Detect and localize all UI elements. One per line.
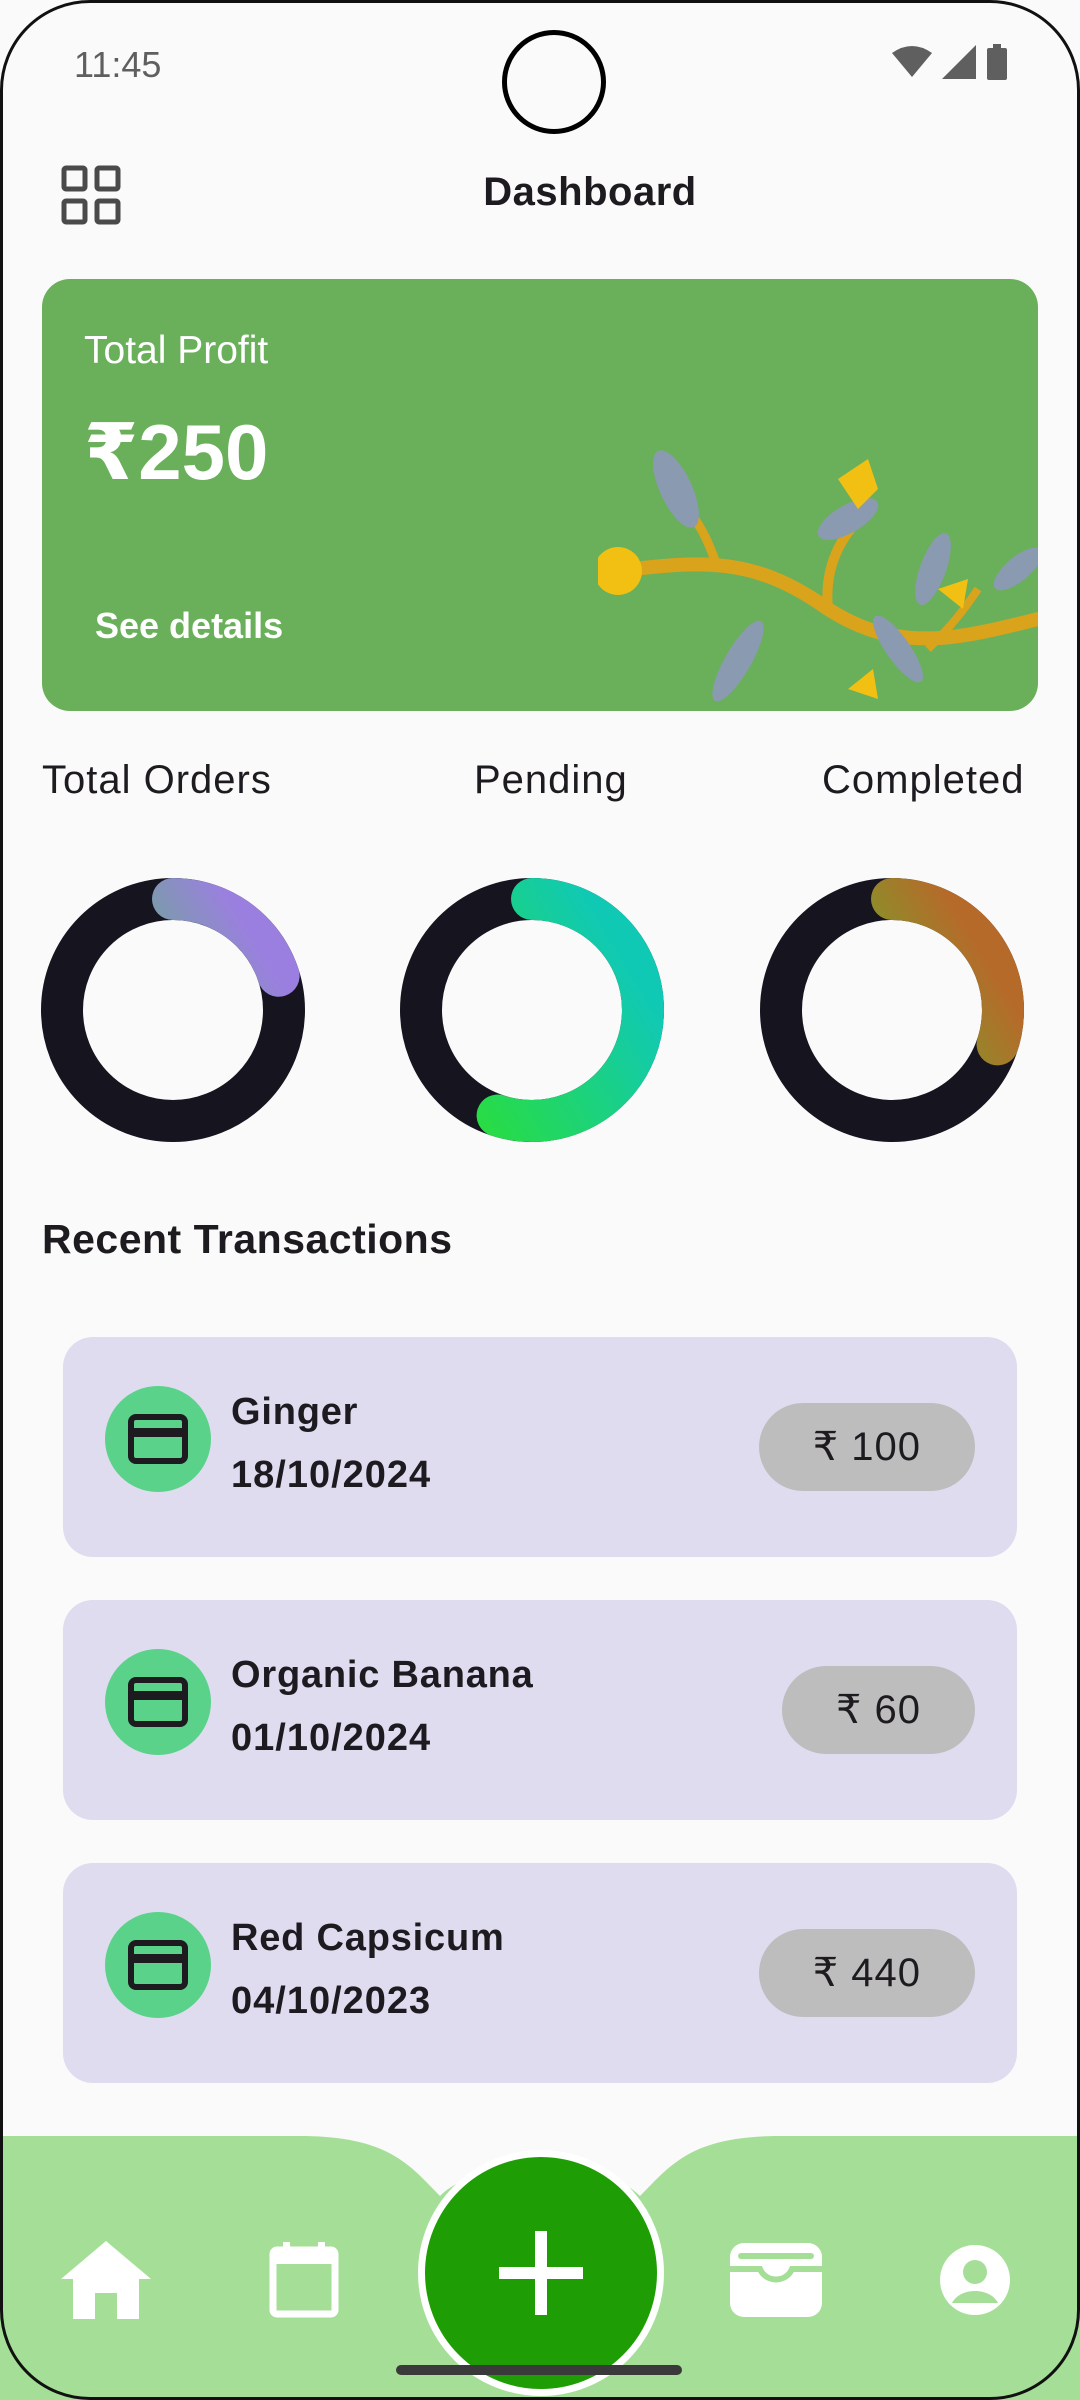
top-app-bar: Dashboard [0, 150, 1080, 240]
camera-cutout [502, 30, 606, 134]
total-profit-card: Total Profit ₹250 See details [42, 279, 1038, 711]
see-details-link[interactable]: See details [95, 605, 283, 647]
credit-card-icon [105, 1386, 211, 1492]
bottom-navigation [0, 2136, 1080, 2400]
transaction-card[interactable]: Red Capsicum 04/10/2023 ₹ 440 [63, 1863, 1017, 2083]
pending-ring [400, 878, 664, 1142]
wallet-icon [730, 2243, 822, 2317]
credit-card-icon [105, 1912, 211, 2018]
status-time: 11:45 [74, 44, 162, 85]
stats-rings [0, 870, 1080, 1150]
plant-illustration [598, 450, 1038, 702]
nav-account[interactable] [925, 2230, 1025, 2330]
transaction-amount: ₹ 440 [758, 1929, 975, 2017]
total-orders-ring [41, 878, 305, 1142]
transaction-card[interactable]: Ginger 18/10/2024 ₹ 100 [63, 1337, 1017, 1557]
status-icons [892, 44, 1008, 80]
profit-label: Total Profit [84, 329, 269, 372]
stat-label-pending: Pending [474, 758, 628, 802]
signal-icon [942, 45, 976, 79]
transaction-list: Ginger 18/10/2024 ₹ 100 Organic Banana 0… [63, 1337, 1017, 2126]
transaction-card[interactable]: Organic Banana 01/10/2024 ₹ 60 [63, 1600, 1017, 1820]
calendar-icon [269, 2242, 339, 2318]
account-icon [940, 2245, 1010, 2315]
transaction-name: Organic Banana [231, 1654, 534, 1696]
transaction-amount: ₹ 60 [781, 1666, 975, 1754]
wifi-icon [892, 46, 932, 77]
recent-transactions-title: Recent Transactions [42, 1216, 453, 1262]
add-icon [499, 2231, 583, 2315]
nav-home[interactable] [56, 2230, 156, 2330]
home-icon [61, 2241, 151, 2319]
stat-label-completed: Completed [822, 758, 1025, 802]
status-bar: 11:45 [0, 0, 1080, 134]
stat-label-total-orders: Total Orders [42, 758, 272, 802]
stats-labels: Total Orders Pending Completed [0, 758, 1080, 818]
add-button[interactable] [418, 2150, 664, 2396]
transaction-name: Red Capsicum [231, 1917, 505, 1959]
transaction-amount: ₹ 100 [758, 1403, 975, 1491]
nav-wallet[interactable] [726, 2230, 826, 2330]
transaction-name: Ginger [231, 1391, 359, 1433]
battery-icon [987, 44, 1007, 80]
transaction-date: 18/10/2024 [231, 1454, 432, 1496]
nav-calendar[interactable] [254, 2230, 354, 2330]
transaction-date: 01/10/2024 [231, 1717, 432, 1759]
page-title: Dashboard [483, 170, 697, 214]
transaction-date: 04/10/2023 [231, 1980, 432, 2022]
credit-card-icon [105, 1649, 211, 1755]
home-indicator [396, 2365, 682, 2375]
completed-ring [760, 878, 1024, 1142]
profit-amount: ₹250 [84, 408, 269, 496]
